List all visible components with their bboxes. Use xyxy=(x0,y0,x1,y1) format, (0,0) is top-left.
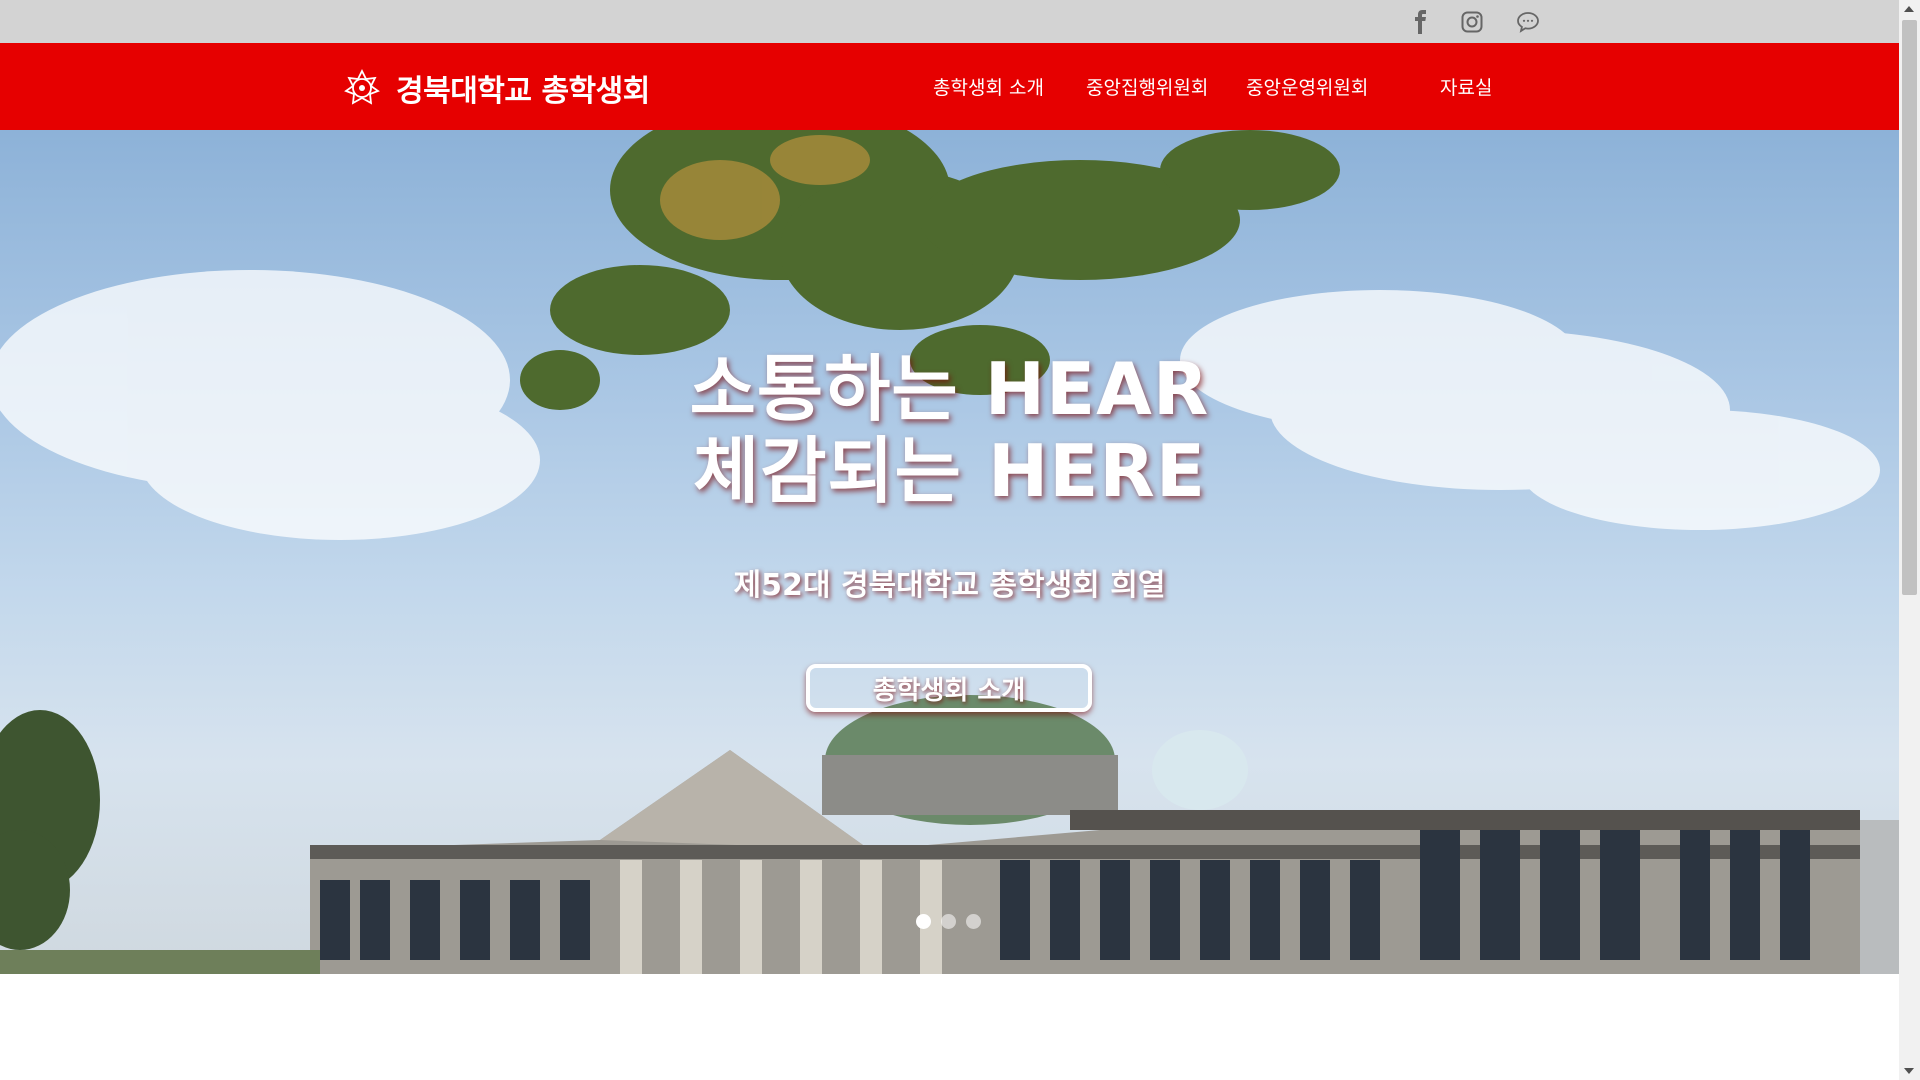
nav-central-executive-committee[interactable]: 중앙집행위원회 xyxy=(1086,73,1208,100)
scroll-thumb[interactable] xyxy=(1902,20,1917,595)
hero-slider: 소통하는 HEAR 체감되는 HERE 제52대 경북대학교 총학생회 희열 총… xyxy=(0,130,1899,974)
slide-dot-3[interactable] xyxy=(966,914,981,929)
hero-headline-line2: 체감되는 HERE xyxy=(692,429,1207,513)
scroll-up-arrow-icon[interactable] xyxy=(1904,6,1914,12)
social-bar xyxy=(0,0,1899,43)
nav-student-council-intro[interactable]: 총학생회 소개 xyxy=(933,73,1044,100)
instagram-link[interactable] xyxy=(1456,6,1488,38)
page-scrollbar[interactable] xyxy=(1899,0,1920,1080)
slider-dots xyxy=(916,914,981,929)
scroll-down-arrow-icon[interactable] xyxy=(1904,1068,1914,1074)
site-logo[interactable]: 경북대학교 총학생회 xyxy=(342,67,650,109)
slide-dot-2[interactable] xyxy=(941,914,956,929)
nav-archive[interactable]: 자료실 xyxy=(1440,73,1492,100)
instagram-icon xyxy=(1461,11,1483,33)
chat-bubble-icon xyxy=(1517,12,1539,33)
main-header: 경북대학교 총학생회 총학생회 소개 중앙집행위원회 중앙운영위원회 자료실 xyxy=(0,43,1899,130)
hero-cta-button[interactable]: 총학생회 소개 xyxy=(806,664,1092,712)
kakao-link[interactable] xyxy=(1512,6,1544,38)
slide-dot-1[interactable] xyxy=(916,914,931,929)
nav-central-steering-committee[interactable]: 중앙운영위원회 xyxy=(1246,73,1368,100)
university-emblem-icon xyxy=(344,68,380,105)
logo-text: 경북대학교 총학생회 xyxy=(396,74,650,109)
campus-building-photo xyxy=(0,130,1899,974)
facebook-link[interactable] xyxy=(1405,6,1437,38)
hero-subtitle: 제52대 경북대학교 총학생회 희열 xyxy=(733,568,1166,603)
facebook-icon xyxy=(1415,10,1426,34)
hero-headline-line1: 소통하는 HEAR xyxy=(689,347,1210,431)
